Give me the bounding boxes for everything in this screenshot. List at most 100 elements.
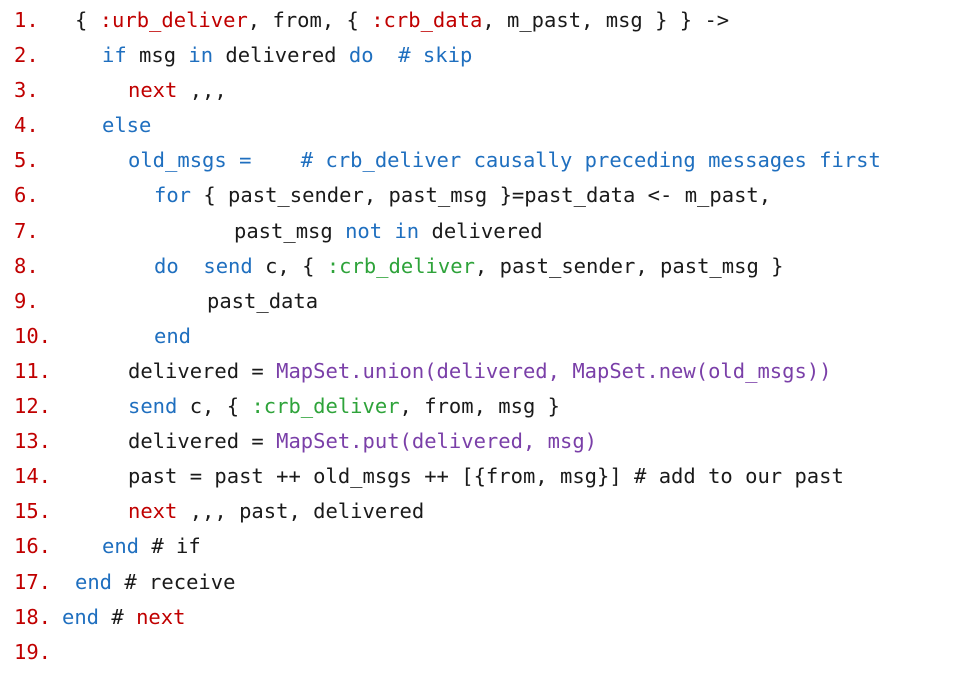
- code-token: past_msg: [234, 218, 346, 243]
- code-token: past = past ++ old_msgs ++ [{from, msg}]…: [128, 464, 844, 489]
- code-line: 3. next ,,,: [0, 73, 969, 108]
- code-token: if: [102, 43, 127, 68]
- code-token: MapSet.put(delivered, msg): [276, 429, 598, 454]
- code-text: do send c, { :crb_deliver, past_sender, …: [154, 249, 783, 284]
- code-line: 8. do send c, { :crb_deliver, past_sender…: [0, 249, 969, 284]
- code-line: 7. past_msg not in delivered: [0, 214, 969, 249]
- code-text: end # receive: [75, 565, 235, 600]
- code-token: , from, {: [247, 8, 372, 32]
- code-token: else: [102, 113, 152, 138]
- line-number: 19.: [14, 639, 52, 664]
- line-number: 7.: [14, 218, 39, 243]
- code-text: past = past ++ old_msgs ++ [{from, msg}]…: [128, 459, 844, 494]
- line-number: 8.: [14, 253, 39, 278]
- line-number: 6.: [14, 183, 39, 208]
- code-line: 6. for { past_sender, past_msg }=past_dat…: [0, 178, 969, 213]
- code-token: :crb_data: [371, 8, 483, 32]
- code-line: 4. else: [0, 108, 969, 143]
- code-text: send c, { :crb_deliver, from, msg }: [128, 389, 560, 424]
- code-text: past_msg not in delivered: [234, 214, 543, 249]
- code-text: { :urb_deliver, from, { :crb_data, m_pas…: [75, 3, 729, 38]
- code-line: 5. old_msgs = # crb_deliver causally prec…: [0, 143, 969, 178]
- line-number: 11.: [14, 358, 52, 383]
- code-token: msg: [126, 43, 189, 68]
- line-number: 18.: [14, 604, 52, 629]
- code-token: {: [75, 8, 100, 32]
- line-number: 15.: [14, 499, 52, 524]
- code-text: next ,,, past, delivered: [128, 494, 424, 529]
- code-line: 15. next ,,, past, delivered: [0, 494, 969, 529]
- code-token: send: [203, 253, 253, 278]
- code-line: 12. send c, { :crb_deliver, from, msg }: [0, 389, 969, 424]
- code-token: not: [345, 218, 383, 243]
- code-token: # if: [139, 534, 201, 559]
- code-line: 2. if msg in delivered do # skip: [0, 38, 969, 73]
- code-text: next ,,,: [128, 73, 227, 108]
- code-line: 19.: [0, 635, 969, 670]
- code-line: 17. end # receive: [0, 565, 969, 600]
- code-token: , past_sender, past_msg }: [474, 253, 784, 278]
- line-number: 14.: [14, 464, 52, 489]
- line-number: 4.: [14, 113, 39, 138]
- code-token: MapSet.union(delivered, MapSet.new(old_m…: [276, 358, 832, 383]
- code-line: 13. delivered = MapSet.put(delivered, msg…: [0, 424, 969, 459]
- code-line: 14. past = past ++ old_msgs ++ [{from, ms…: [0, 459, 969, 494]
- code-token: end: [154, 323, 192, 348]
- code-listing: 1. { :urb_deliver, from, { :crb_data, m_p…: [0, 3, 969, 670]
- line-number: 3.: [14, 78, 39, 103]
- code-text: delivered = MapSet.put(delivered, msg): [128, 424, 597, 459]
- code-token: in: [188, 43, 214, 68]
- code-token: end: [62, 604, 100, 629]
- code-token: # receive: [112, 569, 236, 594]
- code-token: # skip: [373, 43, 473, 68]
- code-token: { past_sender, past_msg }=past_data <- m…: [191, 183, 772, 208]
- code-text: end # next: [62, 600, 185, 635]
- line-number: 5.: [14, 148, 39, 173]
- line-number: 1.: [14, 8, 39, 32]
- code-text: delivered = MapSet.union(delivered, MapS…: [128, 354, 832, 389]
- code-text: end # if: [102, 529, 201, 564]
- code-token: next: [128, 499, 178, 524]
- code-text: if msg in delivered do # skip: [102, 38, 472, 73]
- code-line: 1. { :urb_deliver, from, { :crb_data, m_p…: [0, 3, 969, 38]
- code-token: , m_past, msg } } ->: [482, 8, 730, 32]
- code-token: , from, msg }: [399, 394, 560, 419]
- line-number: 17.: [14, 569, 52, 594]
- code-token: old_msgs = # crb_deliver causally preced…: [128, 148, 881, 173]
- code-token: next: [136, 604, 186, 629]
- code-token: end: [75, 569, 113, 594]
- code-line: 9. past_data: [0, 284, 969, 319]
- code-token: :crb_deliver: [326, 253, 475, 278]
- line-number: 10.: [14, 323, 52, 348]
- code-token: c, {: [177, 394, 252, 419]
- code-text: past_data: [207, 284, 318, 319]
- code-token: :urb_deliver: [99, 8, 248, 32]
- code-token: ,,,: [177, 78, 227, 103]
- code-token: for: [154, 183, 192, 208]
- code-text: end: [154, 319, 191, 354]
- code-line: 11. delivered = MapSet.union(delivered, M…: [0, 354, 969, 389]
- code-token: do: [348, 43, 374, 68]
- code-line: 10. end: [0, 319, 969, 354]
- line-number: 2.: [14, 43, 39, 68]
- code-token: c, {: [252, 253, 327, 278]
- code-text: old_msgs = # crb_deliver causally preced…: [128, 143, 881, 178]
- code-token: delivered: [419, 218, 543, 243]
- code-token: end: [102, 534, 140, 559]
- line-number: 9.: [14, 288, 39, 313]
- code-token: in: [394, 218, 420, 243]
- code-line: 18. end # next: [0, 600, 969, 635]
- code-token: ,,, past, delivered: [177, 499, 425, 524]
- code-token: send: [128, 394, 178, 419]
- code-token: #: [99, 604, 137, 629]
- code-token: past_data: [207, 288, 319, 313]
- line-number: 12.: [14, 394, 52, 419]
- code-text: else: [102, 108, 151, 143]
- code-token: delivered =: [128, 429, 277, 454]
- code-token: next: [128, 78, 178, 103]
- code-token: delivered: [213, 43, 349, 68]
- line-number: 16.: [14, 534, 52, 559]
- code-line: 16. end # if: [0, 529, 969, 564]
